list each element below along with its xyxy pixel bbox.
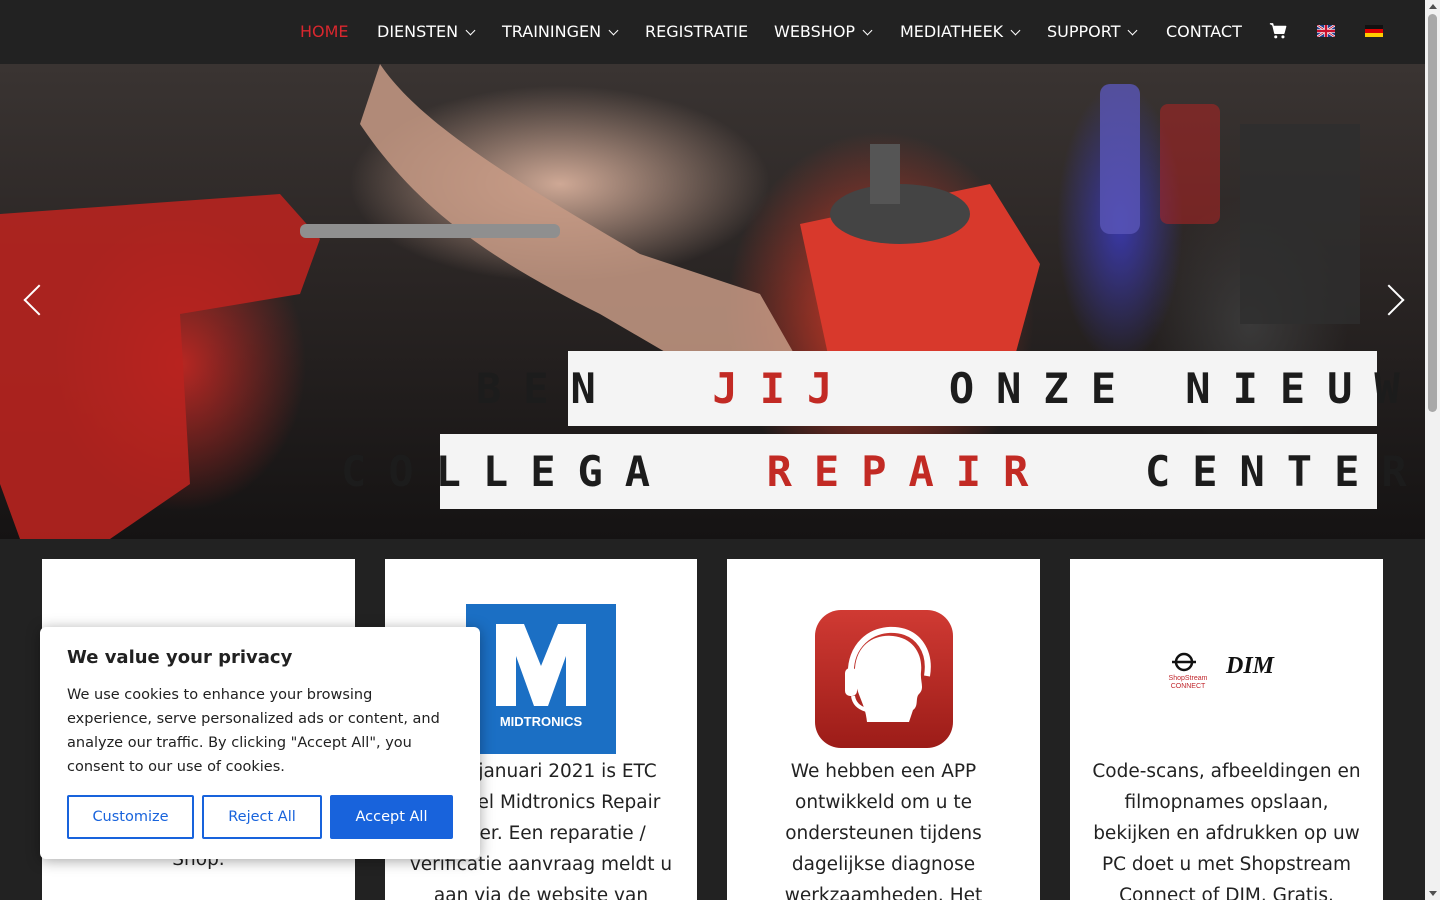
reject-all-button[interactable]: Reject All — [202, 795, 322, 839]
card-text: We hebben een APP ontwikkeld om u te ond… — [784, 761, 983, 900]
cookie-consent-banner: We value your privacy We use cookies to … — [40, 627, 480, 859]
hero-line1-text: BEN — [475, 364, 618, 413]
chevron-down-icon — [862, 25, 873, 35]
nav-registratie-label: REGISTRATIE — [645, 22, 749, 41]
hero-banner-line1: BEN JIJ ONZE NIEUWE — [476, 351, 1425, 426]
feature-card-shopstream: ShopStream CONNECT DIM Code-scans, afbee… — [1070, 559, 1383, 900]
hero-line2-highlight: REPAIR — [766, 447, 1051, 496]
midtronics-logo[interactable]: MIDTRONICS — [466, 604, 616, 754]
nav-mediatheek-label: MEDIATHEEK — [900, 22, 1004, 41]
nav-home-label: HOME — [300, 22, 349, 41]
nav-contact-label: CONTACT — [1166, 22, 1242, 41]
nav-mediatheek[interactable]: MEDIATHEEK — [900, 20, 1021, 44]
dim-logo-text: DIM — [1226, 653, 1275, 679]
nav-diensten-label: DIENSTEN — [377, 22, 459, 41]
page-scrollbar[interactable] — [1425, 0, 1440, 900]
chevron-down-icon — [1128, 25, 1138, 35]
hero-banner-line2: COLLEGA REPAIR CENTER? — [341, 434, 1425, 509]
feature-card-app: We hebben een APP ontwikkeld om u te ond… — [727, 559, 1040, 900]
chevron-down-icon — [465, 25, 476, 35]
chevron-down-icon — [1010, 25, 1021, 35]
scrollbar-thumb[interactable] — [1428, 14, 1437, 412]
hero-line1-text-end: ONZE NIEUWE — [948, 364, 1425, 413]
chevron-down-icon — [608, 25, 619, 35]
hero-slider: BEN JIJ ONZE NIEUWE COLLEGA REPAIR CENTE… — [0, 64, 1425, 539]
hero-line1-highlight: JIJ — [712, 364, 855, 413]
shopstream-logo-text: ShopStream CONNECT — [1168, 675, 1208, 690]
card-text: Code-scans, afbeeldingen en filmopnames … — [1092, 761, 1361, 900]
cookie-description: We use cookies to enhance your browsing … — [67, 687, 440, 775]
shopping-cart-icon[interactable] — [1269, 22, 1287, 40]
nav-trainingen-label: TRAININGEN — [502, 22, 602, 41]
accept-all-button[interactable]: Accept All — [330, 795, 453, 839]
nav-home[interactable]: HOME — [300, 20, 349, 44]
scroll-up-arrow-icon[interactable] — [1429, 4, 1437, 9]
customize-button[interactable]: Customize — [67, 795, 194, 839]
hero-line2-text: COLLEGA — [341, 447, 673, 496]
nav-support[interactable]: SUPPORT — [1047, 20, 1138, 44]
main-nav: HOME DIENSTEN TRAININGEN REGISTRATIE WEB… — [0, 0, 1425, 64]
nav-support-label: SUPPORT — [1047, 22, 1121, 41]
hero-line2-text-end: CENTER? — [1144, 447, 1425, 496]
nav-registratie[interactable]: REGISTRATIE — [645, 20, 748, 44]
nav-diensten[interactable]: DIENSTEN — [377, 20, 476, 44]
nav-webshop[interactable]: WEBSHOP — [774, 20, 873, 44]
nav-webshop-label: WEBSHOP — [774, 22, 856, 41]
shopstream-dim-logo[interactable]: ShopStream CONNECT DIM — [1158, 649, 1296, 693]
nav-trainingen[interactable]: TRAININGEN — [502, 20, 619, 44]
headset-person-icon — [845, 626, 931, 722]
midtronics-logo-text: MIDTRONICS — [499, 714, 583, 729]
flag-de-icon[interactable] — [1365, 25, 1383, 37]
nav-contact[interactable]: CONTACT — [1166, 20, 1242, 44]
flag-uk-icon[interactable] — [1317, 25, 1335, 37]
midtronics-m-icon — [496, 624, 586, 706]
support-app-logo[interactable] — [815, 610, 953, 748]
scroll-down-arrow-icon[interactable] — [1429, 891, 1437, 896]
cookie-title: We value your privacy — [67, 647, 293, 668]
